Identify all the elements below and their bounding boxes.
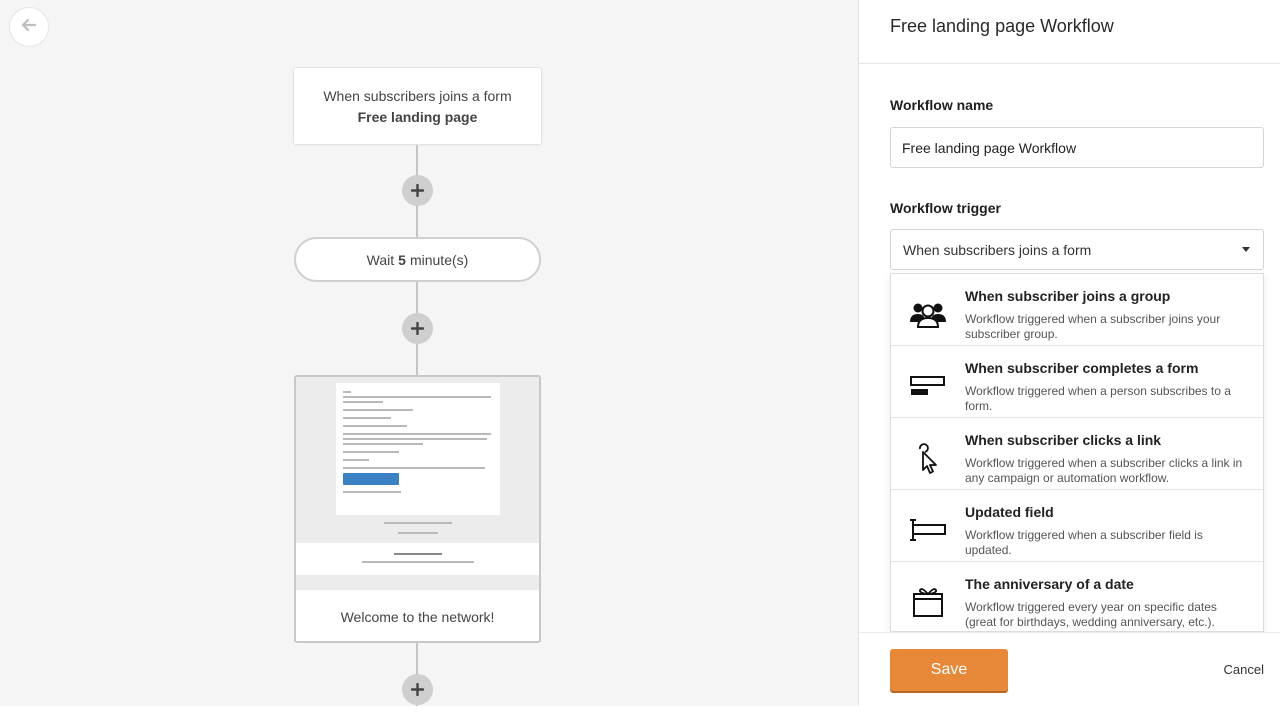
email-step-card[interactable]: Welcome to the network! <box>294 375 541 643</box>
trigger-step-card[interactable]: When subscribers joins a form Free landi… <box>293 67 542 145</box>
caret-down-icon <box>1242 247 1250 252</box>
group-icon <box>909 298 947 330</box>
panel-title: Free landing page Workflow <box>890 16 1114 36</box>
trigger-option-joins-group[interactable]: When subscriber joins a group Workflow t… <box>891 274 1263 346</box>
option-title: Updated field <box>965 504 1054 520</box>
option-description: Workflow triggered every year on specifi… <box>965 600 1217 629</box>
workflow-trigger-select[interactable]: When subscribers joins a form <box>890 229 1264 270</box>
cursor-click-icon <box>909 442 947 474</box>
workflow-name-label: Workflow name <box>890 97 994 113</box>
workflow-trigger-label: Workflow trigger <box>890 200 1001 216</box>
option-title: When subscriber joins a group <box>965 288 1171 304</box>
trigger-selected-value: When subscribers joins a form <box>903 241 1092 258</box>
cancel-link[interactable]: Cancel <box>1224 662 1264 677</box>
save-button[interactable]: Save <box>890 649 1008 691</box>
trigger-step-form: Free landing page <box>357 109 478 125</box>
add-step-button[interactable] <box>402 674 433 705</box>
wait-unit: minute(s) <box>409 251 469 268</box>
back-button[interactable] <box>9 7 49 47</box>
trigger-option-updated-field[interactable]: Updated field Workflow triggered when a … <box>891 490 1263 562</box>
wait-value: 5 <box>398 251 406 268</box>
plus-icon <box>411 683 424 696</box>
gift-icon <box>909 586 947 618</box>
wait-prefix: Wait <box>366 251 395 268</box>
option-description: Workflow triggered when a subscriber fie… <box>965 528 1203 557</box>
workflow-settings-panel: Free landing page Workflow Workflow name… <box>858 0 1280 720</box>
email-subject: Welcome to the network! <box>296 592 539 641</box>
option-title: When subscriber clicks a link <box>965 432 1162 448</box>
option-description: Workflow triggered when a person subscri… <box>965 384 1231 413</box>
wait-step[interactable]: Wait 5 minute(s) <box>294 237 541 282</box>
trigger-step-text: When subscribers joins a form <box>323 88 512 104</box>
workflow-name-input[interactable] <box>890 127 1264 168</box>
email-preview-thumbnail <box>296 377 539 590</box>
workflow-canvas: When subscribers joins a form Free landi… <box>0 0 858 720</box>
add-step-button[interactable] <box>402 175 433 206</box>
trigger-option-anniversary[interactable]: The anniversary of a date Workflow trigg… <box>891 562 1263 631</box>
option-description: Workflow triggered when a subscriber cli… <box>965 456 1243 485</box>
arrow-left-icon <box>21 18 37 36</box>
option-description: Workflow triggered when a subscriber joi… <box>965 312 1221 341</box>
plus-icon <box>411 184 424 197</box>
add-step-button[interactable] <box>402 313 433 344</box>
text-field-icon <box>909 514 947 546</box>
form-icon <box>909 370 947 402</box>
trigger-option-completes-form[interactable]: When subscriber completes a form Workflo… <box>891 346 1263 418</box>
trigger-option-clicks-link[interactable]: When subscriber clicks a link Workflow t… <box>891 418 1263 490</box>
bottom-strip <box>0 706 1280 720</box>
plus-icon <box>411 322 424 335</box>
panel-header: Free landing page Workflow <box>859 0 1280 64</box>
option-title: The anniversary of a date <box>965 576 1134 592</box>
option-title: When subscriber completes a form <box>965 360 1199 376</box>
trigger-options-dropdown: When subscriber joins a group Workflow t… <box>890 273 1264 632</box>
